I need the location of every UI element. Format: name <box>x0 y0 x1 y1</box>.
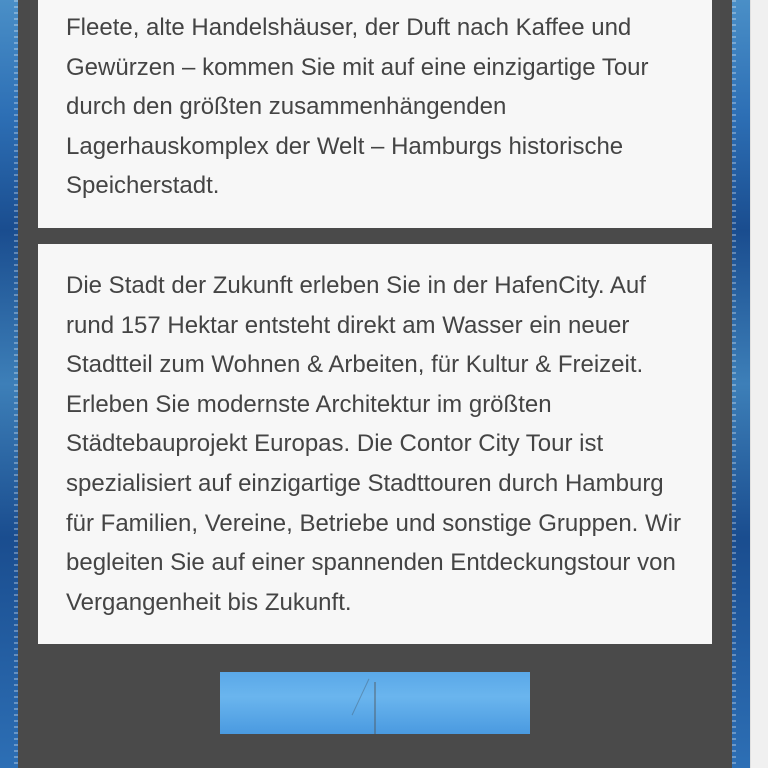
main-content: Fleete, alte Handelshäuser, der Duft nac… <box>18 0 732 768</box>
intro-paragraph-1: Fleete, alte Handelshäuser, der Duft nac… <box>66 8 684 206</box>
vertical-scrollbar[interactable] <box>750 0 768 768</box>
left-border-decoration <box>0 0 18 768</box>
intro-card-1: Fleete, alte Handelshäuser, der Duft nac… <box>38 0 712 228</box>
image-container <box>38 672 712 734</box>
hafencity-image <box>220 672 530 734</box>
intro-card-2: Die Stadt der Zukunft erleben Sie in der… <box>38 244 712 644</box>
intro-paragraph-2: Die Stadt der Zukunft erleben Sie in der… <box>66 266 684 622</box>
page-container: Fleete, alte Handelshäuser, der Duft nac… <box>0 0 750 768</box>
right-border-decoration <box>732 0 750 768</box>
